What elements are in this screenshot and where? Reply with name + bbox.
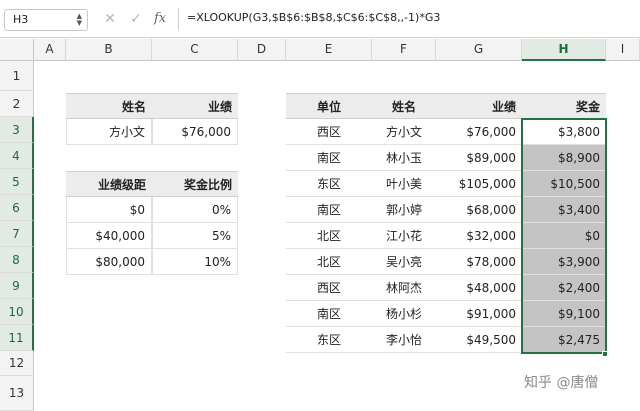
main-cell-7-3[interactable]: $9,100: [522, 301, 606, 327]
row-header-11[interactable]: 11: [0, 325, 34, 351]
main-cell-4-0[interactable]: 北区: [286, 223, 372, 249]
spreadsheet-grid[interactable]: A B C D E F G H I 1 2 3 4 5 6 7 8 9 10 11 12 13 姓名 业绩 方小文 $76,000…: [0, 39, 640, 411]
lookup-header-0[interactable]: 姓名: [66, 93, 152, 119]
formula-bar-divider: [178, 8, 179, 30]
rate-cell-1-1[interactable]: 5%: [152, 223, 238, 249]
column-header-g[interactable]: G: [436, 39, 522, 61]
main-cell-4-2[interactable]: $32,000: [436, 223, 522, 249]
row-header-8[interactable]: 8: [0, 247, 34, 273]
main-cell-7-0[interactable]: 南区: [286, 301, 372, 327]
main-cell-2-2[interactable]: $105,000: [436, 171, 522, 197]
main-cell-8-0[interactable]: 东区: [286, 327, 372, 353]
name-box-dropdown-icon[interactable]: ▲ ▼: [77, 13, 82, 27]
rate-header-0[interactable]: 业绩级距: [66, 171, 152, 197]
main-header-3[interactable]: 奖金: [522, 93, 606, 119]
column-header-c[interactable]: C: [152, 39, 238, 61]
main-cell-3-0[interactable]: 南区: [286, 197, 372, 223]
rate-cell-0-1[interactable]: 0%: [152, 197, 238, 223]
column-header-i[interactable]: I: [606, 39, 640, 61]
main-cell-2-1[interactable]: 叶小美: [372, 171, 436, 197]
main-cell-6-1[interactable]: 林阿杰: [372, 275, 436, 301]
main-header-1[interactable]: 姓名: [372, 93, 436, 119]
main-cell-2-0[interactable]: 东区: [286, 171, 372, 197]
row-header-2[interactable]: 2: [0, 91, 34, 117]
row-header-6[interactable]: 6: [0, 195, 34, 221]
column-header-e[interactable]: E: [286, 39, 372, 61]
main-cell-4-1[interactable]: 江小花: [372, 223, 436, 249]
main-cell-0-0[interactable]: 西区: [286, 119, 372, 145]
main-header-0[interactable]: 单位: [286, 93, 372, 119]
main-cell-4-3[interactable]: $0: [522, 223, 606, 249]
lookup-cell-1[interactable]: $76,000: [152, 119, 238, 145]
rate-header-1[interactable]: 奖金比例: [152, 171, 238, 197]
row-header-12[interactable]: 12: [0, 351, 34, 376]
main-cell-3-3[interactable]: $3,400: [522, 197, 606, 223]
main-cell-5-0[interactable]: 北区: [286, 249, 372, 275]
main-cell-8-1[interactable]: 李小怡: [372, 327, 436, 353]
name-box[interactable]: H3 ▲ ▼: [4, 9, 88, 31]
column-header-b[interactable]: B: [66, 39, 152, 61]
column-header-d[interactable]: D: [238, 39, 286, 61]
column-header-f[interactable]: F: [372, 39, 436, 61]
main-cell-3-1[interactable]: 郭小婷: [372, 197, 436, 223]
column-header-h[interactable]: H: [522, 39, 606, 61]
name-box-value: H3: [13, 13, 29, 26]
select-all-corner[interactable]: [0, 39, 34, 61]
rate-cell-2-0[interactable]: $80,000: [66, 249, 152, 275]
lookup-header-1[interactable]: 业绩: [152, 93, 238, 119]
row-header-13[interactable]: 13: [0, 376, 34, 411]
main-cell-3-2[interactable]: $68,000: [436, 197, 522, 223]
rate-cell-1-0[interactable]: $40,000: [66, 223, 152, 249]
main-cell-5-1[interactable]: 吴小亮: [372, 249, 436, 275]
rate-cell-0-0[interactable]: $0: [66, 197, 152, 223]
insert-function-icon[interactable]: fx: [154, 9, 176, 29]
main-cell-5-3[interactable]: $3,900: [522, 249, 606, 275]
main-cell-1-1[interactable]: 林小玉: [372, 145, 436, 171]
main-cell-6-0[interactable]: 西区: [286, 275, 372, 301]
main-cell-1-0[interactable]: 南区: [286, 145, 372, 171]
main-cell-0-1[interactable]: 方小文: [372, 119, 436, 145]
lookup-cell-0[interactable]: 方小文: [66, 119, 152, 145]
rate-cell-2-1[interactable]: 10%: [152, 249, 238, 275]
row-header-10[interactable]: 10: [0, 299, 34, 325]
main-cell-7-2[interactable]: $91,000: [436, 301, 522, 327]
watermark: 知乎 @唐僧: [524, 375, 599, 391]
row-header-9[interactable]: 9: [0, 273, 34, 299]
main-cell-7-1[interactable]: 杨小杉: [372, 301, 436, 327]
main-cell-5-2[interactable]: $78,000: [436, 249, 522, 275]
main-cell-8-2[interactable]: $49,500: [436, 327, 522, 353]
formula-input[interactable]: =XLOOKUP(G3,$B$6:$B$8,$C$6:$C$8,,-1)*G3: [187, 11, 440, 24]
fill-handle[interactable]: [602, 351, 608, 357]
column-header-a[interactable]: A: [34, 39, 66, 61]
main-cell-6-3[interactable]: $2,400: [522, 275, 606, 301]
cancel-icon[interactable]: ✕: [100, 9, 120, 29]
main-cell-0-2[interactable]: $76,000: [436, 119, 522, 145]
row-header-4[interactable]: 4: [0, 143, 34, 169]
row-header-5[interactable]: 5: [0, 169, 34, 195]
main-cell-1-3[interactable]: $8,900: [522, 145, 606, 171]
row-header-3[interactable]: 3: [0, 117, 34, 143]
main-cell-1-2[interactable]: $89,000: [436, 145, 522, 171]
enter-icon[interactable]: ✓: [126, 9, 146, 29]
main-cell-2-3[interactable]: $10,500: [522, 171, 606, 197]
row-header-7[interactable]: 7: [0, 221, 34, 247]
formula-bar: H3 ▲ ▼ ✕ ✓ fx =XLOOKUP(G3,$B$6:$B$8,$C$6:…: [0, 0, 640, 38]
row-header-1[interactable]: 1: [0, 61, 34, 91]
main-cell-6-2[interactable]: $48,000: [436, 275, 522, 301]
main-cell-8-3[interactable]: $2,475: [522, 327, 606, 353]
main-header-2[interactable]: 业绩: [436, 93, 522, 119]
main-cell-0-3[interactable]: $3,800: [522, 119, 606, 145]
